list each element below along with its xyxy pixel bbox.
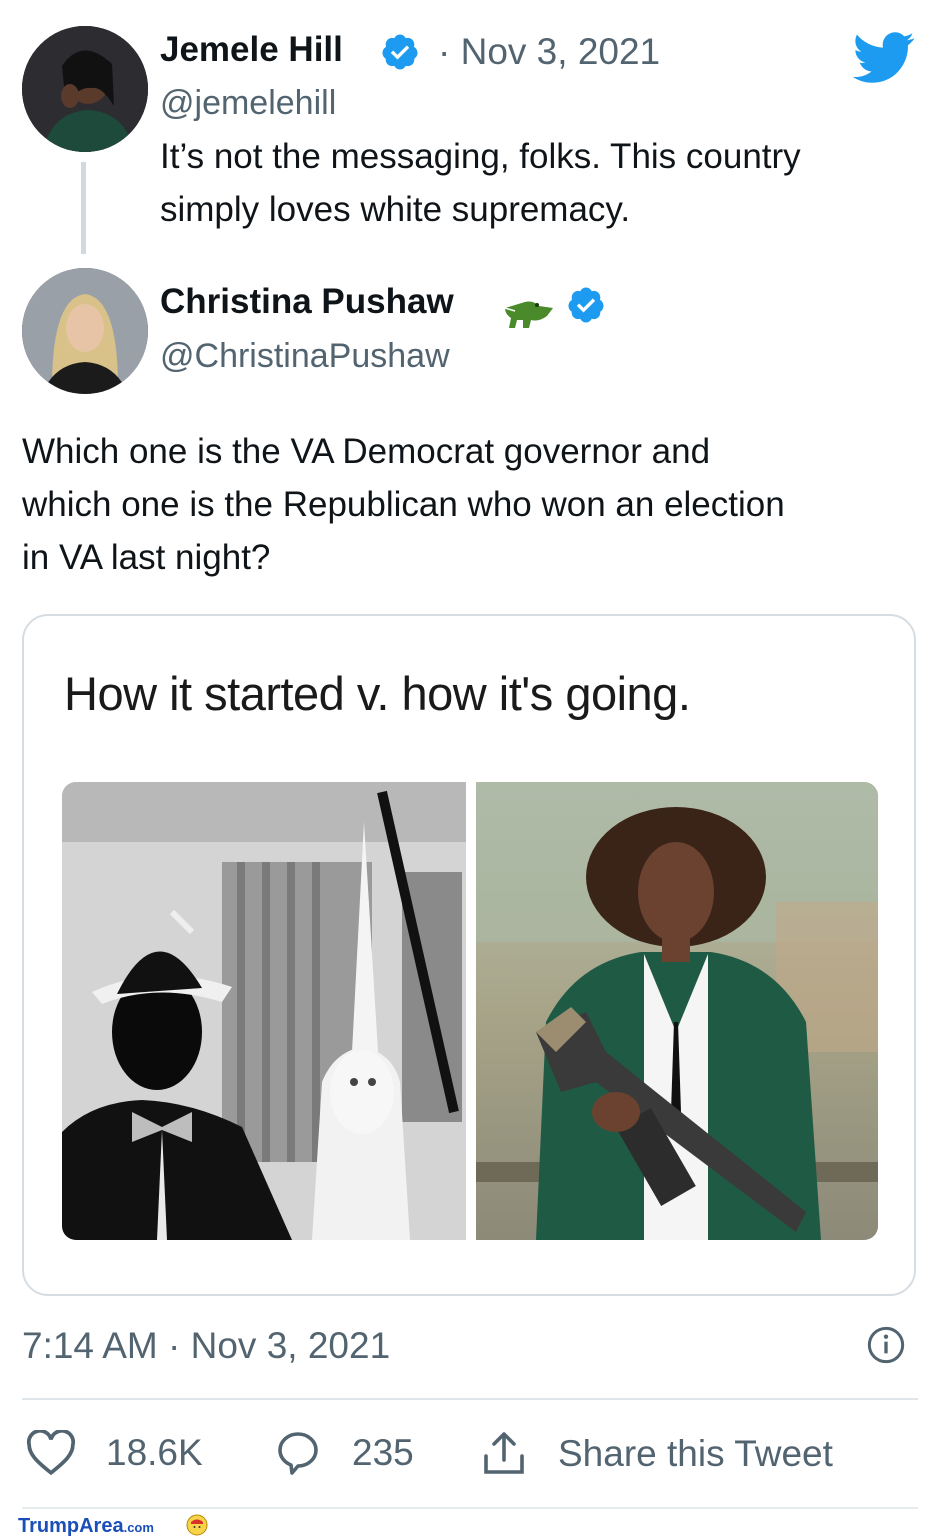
media-caption: How it started v. how it's going. (64, 667, 691, 720)
author-handle[interactable]: @ChristinaPushaw (160, 337, 450, 376)
tweet-text-line: in VA last night? (22, 538, 271, 577)
watermark: TrumpArea.com (18, 1515, 154, 1538)
watermark-logo-icon (186, 1514, 208, 1536)
tweet-date[interactable]: · Nov 3, 2021 (438, 31, 660, 73)
tweet-text-line: which one is the Republican who won an e… (22, 485, 785, 524)
crocodile-emoji-icon (504, 301, 553, 328)
tweet-timestamp[interactable]: 7:14 AM · Nov 3, 2021 (22, 1325, 390, 1367)
divider (22, 1507, 918, 1509)
christina-pushaw-avatar[interactable] (22, 268, 148, 394)
left-photo[interactable] (62, 782, 466, 1240)
divider (22, 1398, 918, 1400)
avatar-image (22, 26, 148, 152)
author-handle[interactable]: @jemelehill (160, 84, 336, 123)
info-icon[interactable] (866, 1325, 906, 1365)
like-count: 18.6K (106, 1432, 203, 1473)
twitter-bird-icon (852, 32, 915, 83)
share-button[interactable]: Share this Tweet (480, 1430, 833, 1478)
tweet-text-line: Which one is the VA Democrat governor an… (22, 432, 711, 471)
author-name[interactable]: Christina Pushaw (160, 282, 454, 322)
heart-icon (26, 1430, 76, 1476)
thread-line (81, 162, 86, 254)
jemele-hill-avatar[interactable] (22, 26, 148, 152)
share-label: Share this Tweet (558, 1433, 833, 1474)
watermark-brand: TrumpArea (18, 1515, 124, 1537)
avatar-image (22, 268, 148, 394)
reply-button[interactable]: 235 (274, 1430, 414, 1476)
reply-icon (278, 1432, 318, 1475)
quoted-media-card[interactable]: How it started v. how it's going. (22, 614, 916, 1296)
right-photo[interactable] (476, 782, 878, 1240)
verified-badge-icon (382, 34, 418, 70)
tweet-text-line: It’s not the messaging, folks. This coun… (160, 137, 801, 176)
like-button[interactable]: 18.6K (26, 1430, 203, 1476)
verified-badge-icon (568, 287, 604, 323)
tweet-text-line: simply loves white supremacy. (160, 190, 631, 229)
watermark-suffix: .com (123, 1520, 154, 1535)
reply-count: 235 (352, 1432, 414, 1473)
author-name[interactable]: Jemele Hill (160, 30, 343, 70)
right-photo-image (476, 782, 878, 1240)
share-icon (484, 1432, 524, 1474)
left-photo-image (62, 782, 466, 1240)
